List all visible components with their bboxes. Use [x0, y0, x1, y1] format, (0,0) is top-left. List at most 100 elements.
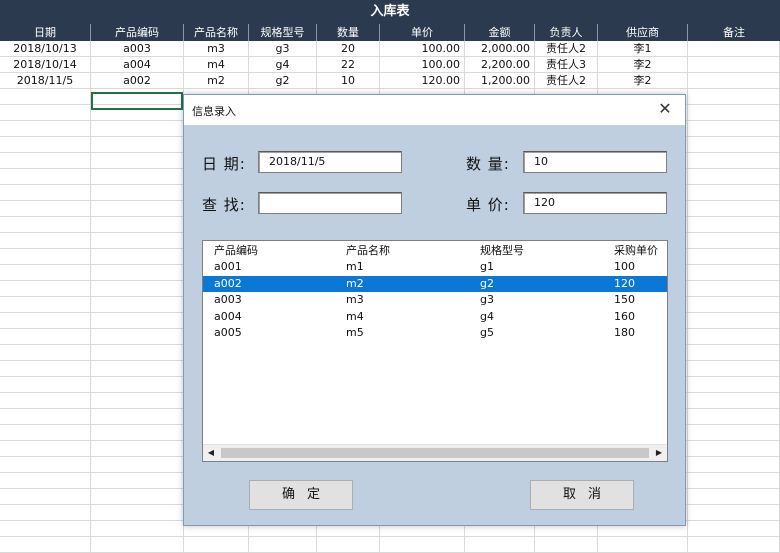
- table-cell[interactable]: [0, 297, 91, 313]
- table-cell[interactable]: [91, 265, 184, 281]
- table-cell[interactable]: a003: [91, 41, 184, 57]
- table-cell[interactable]: [688, 249, 780, 265]
- list-item[interactable]: a002 m2 g2 120: [203, 275, 667, 292]
- table-cell[interactable]: [91, 201, 184, 217]
- col-header-supplier[interactable]: 供应商: [598, 24, 688, 41]
- table-cell[interactable]: [317, 537, 380, 553]
- table-cell[interactable]: [0, 345, 91, 361]
- table-cell[interactable]: m3: [184, 41, 249, 57]
- table-cell[interactable]: [91, 169, 184, 185]
- table-cell[interactable]: [688, 137, 780, 153]
- table-cell[interactable]: [0, 217, 91, 233]
- table-cell[interactable]: [688, 313, 780, 329]
- table-cell[interactable]: [688, 521, 780, 537]
- table-cell[interactable]: 2018/10/14: [0, 57, 91, 73]
- date-field[interactable]: 2018/11/5: [258, 151, 402, 173]
- table-cell[interactable]: [91, 281, 184, 297]
- table-cell[interactable]: 22: [317, 57, 380, 73]
- table-cell[interactable]: [0, 185, 91, 201]
- table-cell[interactable]: [91, 521, 184, 537]
- dialog-titlebar[interactable]: 信息录入 ✕: [184, 95, 685, 125]
- table-cell[interactable]: a002: [91, 73, 184, 89]
- cancel-button[interactable]: 取消: [530, 480, 634, 510]
- col-header-price[interactable]: 单价: [380, 24, 465, 41]
- col-header-spec[interactable]: 规格型号: [249, 24, 317, 41]
- table-cell[interactable]: [688, 425, 780, 441]
- table-cell[interactable]: [91, 137, 184, 153]
- table-cell[interactable]: [0, 169, 91, 185]
- table-cell[interactable]: [91, 249, 184, 265]
- table-cell[interactable]: [688, 57, 780, 73]
- table-cell[interactable]: 李2: [598, 73, 688, 89]
- table-cell[interactable]: 2018/10/13: [0, 41, 91, 57]
- table-cell[interactable]: [688, 281, 780, 297]
- find-field[interactable]: [258, 192, 402, 214]
- table-cell[interactable]: 责任人3: [535, 57, 598, 73]
- table-cell[interactable]: [688, 345, 780, 361]
- table-cell[interactable]: [0, 521, 91, 537]
- table-cell[interactable]: [91, 185, 184, 201]
- table-cell[interactable]: [688, 537, 780, 553]
- table-cell[interactable]: [0, 153, 91, 169]
- table-cell[interactable]: 2,000.00: [465, 41, 535, 57]
- table-cell[interactable]: [91, 505, 184, 521]
- table-cell[interactable]: [0, 457, 91, 473]
- table-cell[interactable]: [0, 361, 91, 377]
- table-cell[interactable]: [688, 457, 780, 473]
- table-cell[interactable]: m2: [184, 73, 249, 89]
- table-cell[interactable]: [0, 89, 91, 105]
- table-cell[interactable]: 李2: [598, 57, 688, 73]
- table-cell[interactable]: [688, 185, 780, 201]
- table-cell[interactable]: [0, 441, 91, 457]
- table-cell[interactable]: [688, 265, 780, 281]
- table-cell[interactable]: [688, 217, 780, 233]
- table-cell[interactable]: [0, 233, 91, 249]
- table-cell[interactable]: [688, 393, 780, 409]
- col-header-date[interactable]: 日期: [0, 24, 91, 41]
- table-cell[interactable]: [688, 201, 780, 217]
- table-cell[interactable]: [91, 233, 184, 249]
- table-cell[interactable]: 120.00: [380, 73, 465, 89]
- table-cell[interactable]: [0, 537, 91, 553]
- table-cell[interactable]: [598, 537, 688, 553]
- table-cell[interactable]: 李1: [598, 41, 688, 57]
- scroll-right-icon[interactable]: ▶: [651, 445, 667, 461]
- table-cell[interactable]: [0, 489, 91, 505]
- table-cell[interactable]: [91, 297, 184, 313]
- table-cell[interactable]: [91, 153, 184, 169]
- table-cell[interactable]: [0, 505, 91, 521]
- table-cell[interactable]: [688, 489, 780, 505]
- scroll-left-icon[interactable]: ◀: [203, 445, 219, 461]
- table-cell[interactable]: [688, 297, 780, 313]
- table-cell[interactable]: 1,200.00: [465, 73, 535, 89]
- horizontal-scrollbar[interactable]: ◀ ▶: [203, 444, 667, 461]
- table-cell[interactable]: [0, 121, 91, 137]
- table-cell[interactable]: [688, 121, 780, 137]
- table-cell[interactable]: [0, 249, 91, 265]
- table-cell[interactable]: [91, 457, 184, 473]
- col-header-remark[interactable]: 备注: [688, 24, 780, 41]
- table-cell[interactable]: [91, 345, 184, 361]
- table-cell[interactable]: [0, 105, 91, 121]
- product-listbox[interactable]: 产品编码 产品名称 规格型号 采购单价 a001 m1 g1 100 a002 m2 g2 1…: [202, 240, 668, 462]
- price-field[interactable]: 120: [523, 192, 667, 214]
- list-item[interactable]: a004 m4 g4 160: [203, 309, 667, 325]
- table-cell[interactable]: [91, 473, 184, 489]
- table-cell[interactable]: [688, 105, 780, 121]
- table-cell[interactable]: [535, 537, 598, 553]
- table-cell[interactable]: [91, 377, 184, 393]
- selected-cell[interactable]: [91, 92, 183, 110]
- table-cell[interactable]: [184, 537, 249, 553]
- col-header-name[interactable]: 产品名称: [184, 24, 249, 41]
- table-cell[interactable]: [91, 441, 184, 457]
- table-cell[interactable]: [688, 473, 780, 489]
- table-cell[interactable]: [91, 489, 184, 505]
- table-cell[interactable]: [688, 505, 780, 521]
- table-cell[interactable]: [688, 441, 780, 457]
- table-cell[interactable]: [688, 361, 780, 377]
- qty-field[interactable]: 10: [523, 151, 667, 173]
- table-cell[interactable]: [0, 137, 91, 153]
- table-cell[interactable]: 100.00: [380, 57, 465, 73]
- table-cell[interactable]: [688, 153, 780, 169]
- table-cell[interactable]: [91, 393, 184, 409]
